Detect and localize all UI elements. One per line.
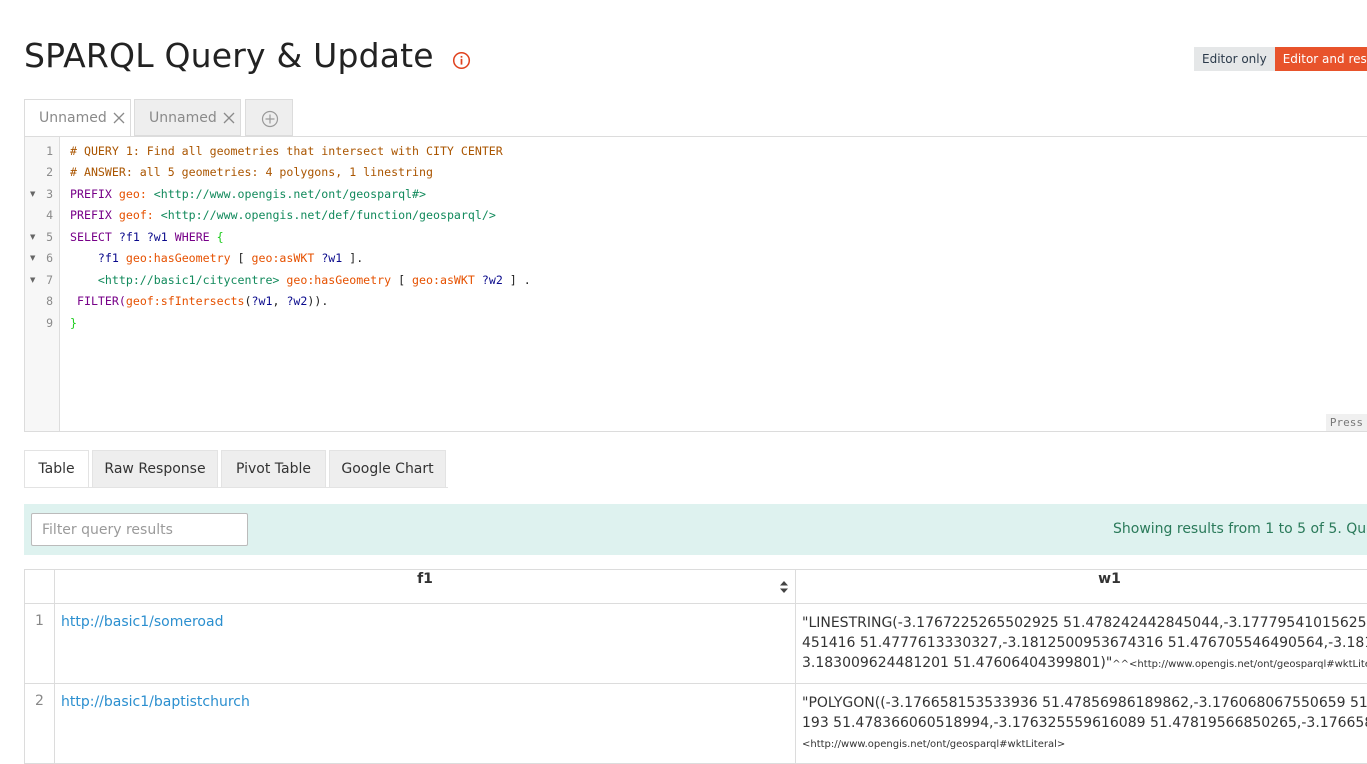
add-tab-button[interactable]: [245, 99, 293, 136]
tab-pivot-table[interactable]: Pivot Table: [221, 450, 326, 488]
cell-w1: "POLYGON((-3.176658153533936 51.47856986…: [796, 684, 1367, 764]
cell-f1: http://basic1/someroad: [55, 604, 796, 684]
close-icon[interactable]: [112, 111, 126, 125]
code-line: FILTER(geof:sfIntersects(?w1, ?w2)).: [70, 291, 328, 312]
literal-value: "POLYGON((-3.176658153533936 51.47856986…: [797, 685, 1367, 755]
results-table: f1 w1 1 http://basic1/someroad "LINESTRI…: [24, 569, 1367, 764]
cell-f1: http://basic1/baptistchurch: [55, 684, 796, 764]
code-line: PREFIX geo: <http://www.opengis.net/ont/…: [70, 184, 426, 205]
line-number: 1: [25, 141, 53, 162]
table-row: 1 http://basic1/someroad "LINESTRING(-3.…: [25, 604, 1367, 684]
table-row: 2 http://basic1/baptistchurch "POLYGON((…: [25, 684, 1367, 764]
code-line: ?f1 geo:hasGeometry [ geo:asWKT ?w1 ].: [70, 248, 363, 269]
datatype-label: ^^<http://www.opengis.net/ont/geosparql#…: [1112, 659, 1367, 670]
code-line: PREFIX geof: <http://www.opengis.net/def…: [70, 205, 496, 226]
plus-circle-icon: [261, 110, 279, 128]
code-line: }: [70, 313, 77, 334]
line-number: 6: [25, 248, 53, 269]
code-line: # ANSWER: all 5 geometries: 4 polygons, …: [70, 162, 433, 183]
results-count-text: Showing results from 1 to 5 of 5. Query: [1113, 521, 1367, 537]
editor-and-results-button[interactable]: Editor and resu: [1275, 47, 1367, 71]
cell-w1: "LINESTRING(-3.1767225265502925 51.47824…: [796, 604, 1367, 684]
editor-only-button[interactable]: Editor only: [1194, 47, 1275, 71]
keyboard-hint: Press: [1326, 414, 1367, 431]
resource-link[interactable]: http://basic1/someroad: [56, 605, 794, 630]
tabs-divider: [24, 487, 448, 488]
row-number: 2: [25, 684, 55, 764]
query-tab[interactable]: Unnamed: [134, 99, 241, 136]
tab-raw-response[interactable]: Raw Response: [92, 450, 218, 488]
code-line: SELECT ?f1 ?w1 WHERE {: [70, 227, 224, 248]
query-tab-label: Unnamed: [39, 110, 107, 126]
close-icon[interactable]: [222, 111, 236, 125]
table-header-row: f1 w1: [25, 570, 1367, 604]
index-column-header: [25, 570, 55, 604]
results-filter-bar: Showing results from 1 to 5 of 5. Query: [24, 504, 1367, 555]
query-editor[interactable]: 1 # QUERY 1: Find all geometries that in…: [24, 136, 1367, 432]
line-number: 2: [25, 162, 53, 183]
page-title: SPARQL Query & Update: [24, 36, 434, 75]
literal-value: "LINESTRING(-3.1767225265502925 51.47824…: [797, 605, 1367, 675]
info-icon[interactable]: [452, 51, 471, 70]
line-number: 3: [25, 184, 53, 205]
filter-results-input[interactable]: [31, 513, 248, 546]
line-number: 8: [25, 291, 53, 312]
code-line: <http://basic1/citycentre> geo:hasGeomet…: [70, 270, 531, 291]
column-header-f1[interactable]: f1: [55, 570, 796, 604]
tab-google-chart[interactable]: Google Chart: [329, 450, 446, 488]
line-number: 4: [25, 205, 53, 226]
view-mode-toggle: Editor only Editor and resu: [1194, 47, 1367, 71]
column-header-w1[interactable]: w1: [796, 570, 1367, 604]
code-line: # QUERY 1: Find all geometries that inte…: [70, 141, 503, 162]
line-number: 9: [25, 313, 53, 334]
tab-table[interactable]: Table: [24, 450, 89, 488]
query-tab-label: Unnamed: [149, 110, 217, 126]
datatype-label: <http://www.opengis.net/ont/geosparql#wk…: [802, 739, 1065, 750]
resource-link[interactable]: http://basic1/baptistchurch: [56, 685, 794, 710]
line-number: 7: [25, 270, 53, 291]
query-tab[interactable]: Unnamed: [24, 99, 131, 137]
line-number: 5: [25, 227, 53, 248]
sort-icon[interactable]: [779, 580, 789, 594]
row-number: 1: [25, 604, 55, 684]
